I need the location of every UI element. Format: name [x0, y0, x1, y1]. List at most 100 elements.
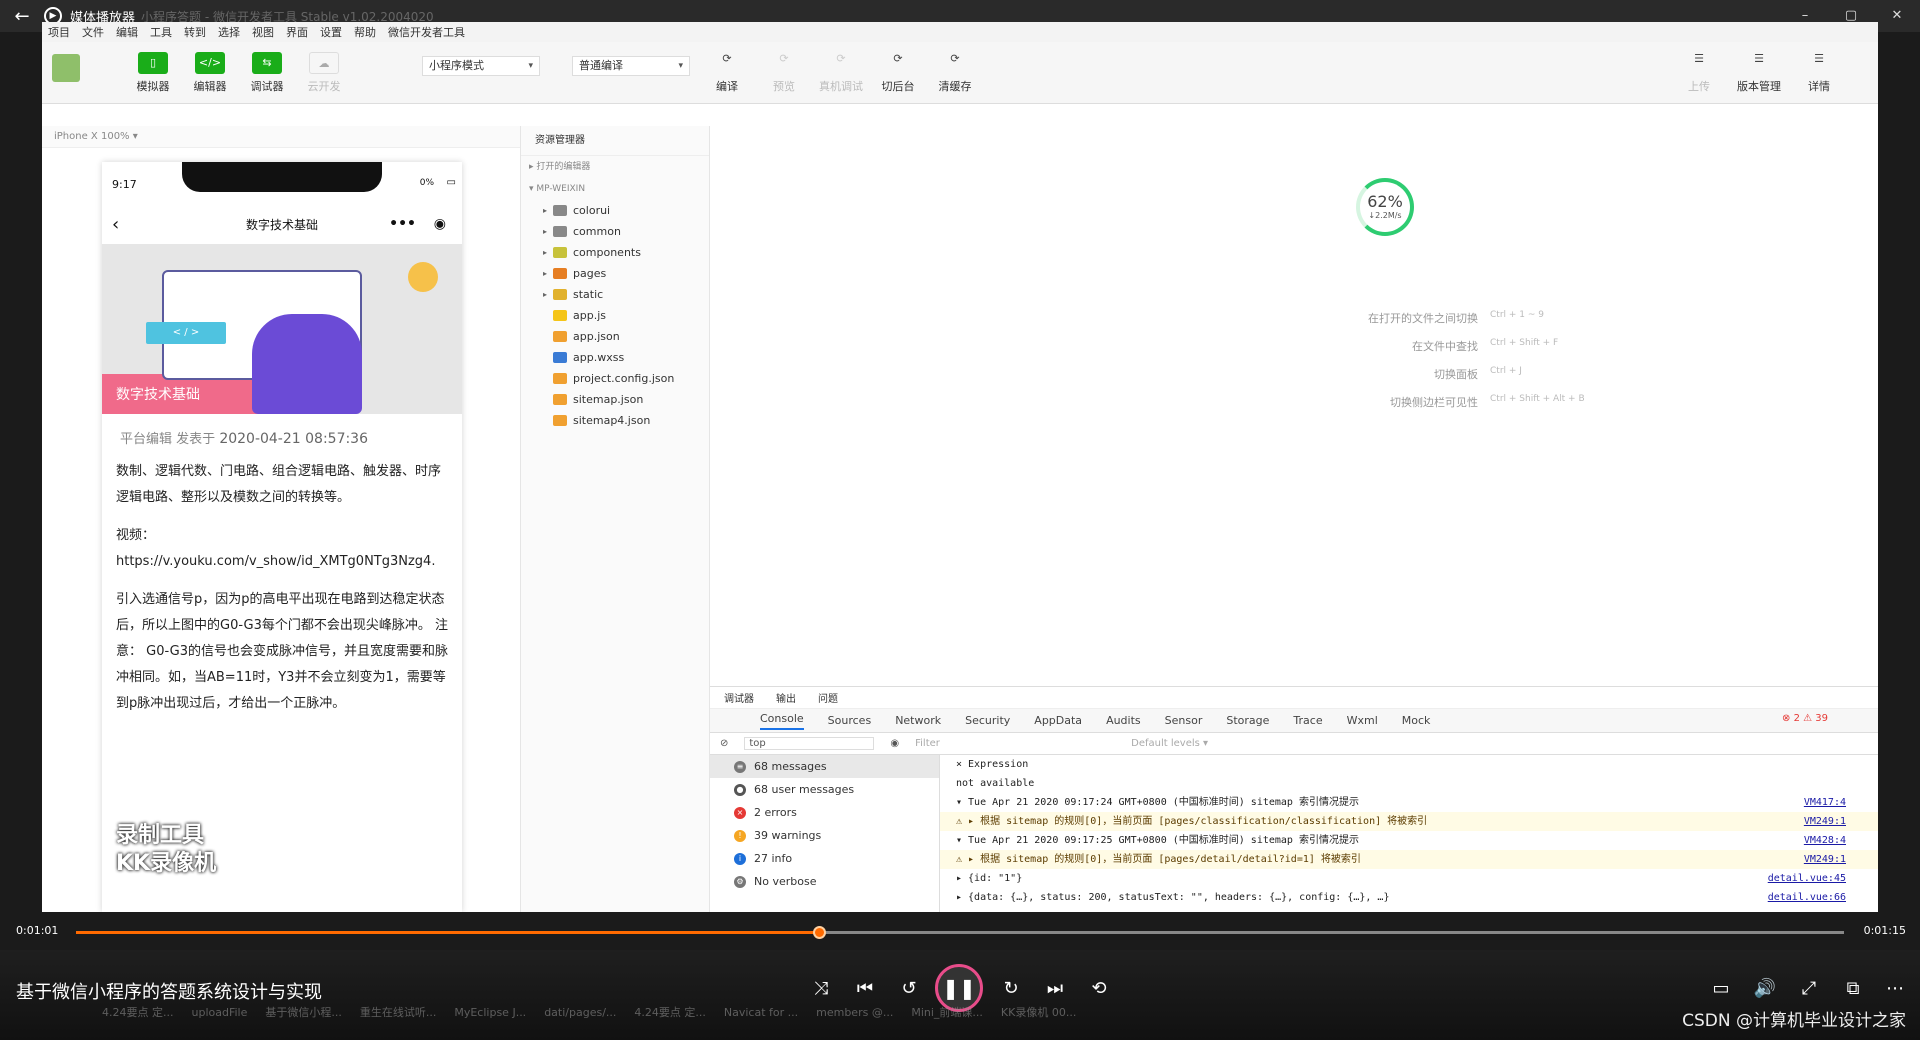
- console-group[interactable]: i 27 info: [710, 847, 939, 870]
- menu-item[interactable]: 项目: [48, 24, 70, 40]
- console-group[interactable]: ≡ 68 messages: [710, 755, 939, 778]
- clear-console-icon[interactable]: ⊘: [720, 738, 728, 749]
- devtools-top-tab[interactable]: 调试器: [724, 690, 754, 705]
- file-tree-item[interactable]: ▸ pages: [521, 263, 709, 284]
- folder-icon: [553, 310, 567, 321]
- menu-item[interactable]: 编辑: [116, 24, 138, 40]
- file-tree-item[interactable]: sitemap4.json: [521, 410, 709, 431]
- published-label: 发表于: [176, 432, 216, 447]
- mode-select[interactable]: 小程序模式: [422, 56, 540, 76]
- source-link[interactable]: VM417:4: [1804, 793, 1846, 812]
- action-button-0[interactable]: ⟳ 编译: [702, 52, 752, 94]
- screen: ← ▶ 媒体播放器 小程序答题 - 微信开发者工具 Stable v1.02.2…: [0, 0, 1920, 1040]
- menu-item[interactable]: 微信开发者工具: [388, 24, 465, 40]
- action-button-2[interactable]: ⟳ 真机调试: [816, 52, 866, 94]
- source-link[interactable]: VM249:1: [1804, 812, 1846, 831]
- devtools-top-tab[interactable]: 问题: [818, 690, 838, 705]
- devtools-tab-storage[interactable]: Storage: [1226, 714, 1269, 727]
- file-tree-item[interactable]: sitemap.json: [521, 389, 709, 410]
- tool-button-3[interactable]: ☁ 云开发: [299, 52, 349, 94]
- action-button-1[interactable]: ⟳ 预览: [759, 52, 809, 94]
- nav-back-icon[interactable]: ‹: [112, 214, 119, 235]
- console-text: not available: [956, 778, 1035, 789]
- source-link[interactable]: VM428:4: [1804, 831, 1846, 850]
- shortcut-keys: Ctrl + 1 ~ 9: [1490, 310, 1544, 320]
- file-tree-item[interactable]: ▸ static: [521, 284, 709, 305]
- filter-input[interactable]: Filter: [915, 738, 1115, 749]
- devtools-tab-console[interactable]: Console: [760, 712, 804, 730]
- menu-item[interactable]: 选择: [218, 24, 240, 40]
- tool-button-1[interactable]: </> 编辑器: [185, 52, 235, 94]
- file-tree-item[interactable]: project.config.json: [521, 368, 709, 389]
- context-select[interactable]: top: [744, 737, 875, 750]
- taskbar-item: Mini_前端课...: [911, 1006, 983, 1019]
- file-tree-item[interactable]: app.js: [521, 305, 709, 326]
- avatar[interactable]: [52, 54, 80, 82]
- devtools-tab-wxml[interactable]: Wxml: [1347, 714, 1378, 727]
- devtools-top-tab[interactable]: 输出: [776, 690, 796, 705]
- eye-icon[interactable]: ◉: [890, 738, 899, 749]
- project-section[interactable]: ▾ MP-WEIXIN: [521, 178, 709, 200]
- ide-menubar: 项目 文件 编辑 工具 转到 选择 视图 界面 设置 帮助 微信开发者工具: [42, 22, 1878, 42]
- tool-label: 云开发: [307, 80, 341, 93]
- more-options-icon[interactable]: ⋯: [1880, 978, 1910, 999]
- menu-item[interactable]: 界面: [286, 24, 308, 40]
- menu-item[interactable]: 文件: [82, 24, 104, 40]
- seek-thumb[interactable]: [812, 926, 826, 939]
- source-link[interactable]: VM249:1: [1804, 850, 1846, 869]
- device-select[interactable]: iPhone X 100% ▾: [42, 126, 520, 148]
- right-action-1[interactable]: ☰ 版本管理: [1734, 52, 1784, 94]
- menu-item[interactable]: 转到: [184, 24, 206, 40]
- seek-fill: [76, 931, 819, 934]
- file-tree-item[interactable]: ▸ colorui: [521, 200, 709, 221]
- file-tree-item[interactable]: ▸ components: [521, 242, 709, 263]
- console-group[interactable]: ⚙ No verbose: [710, 870, 939, 893]
- compile-select[interactable]: 普通编译: [572, 56, 690, 76]
- right-action-label: 详情: [1808, 80, 1830, 93]
- console-group[interactable]: ● 68 user messages: [710, 778, 939, 801]
- article-hero-image: < / > 数字技术基础: [102, 244, 462, 414]
- devtools-tab-sources[interactable]: Sources: [828, 714, 872, 727]
- source-link[interactable]: detail.vue:66: [1768, 888, 1846, 907]
- action-button-3[interactable]: ⟳ 切后台: [873, 52, 923, 94]
- menu-item[interactable]: 视图: [252, 24, 274, 40]
- console-line: ▸ {id: "1"} detail.vue:45: [940, 869, 1878, 888]
- back-arrow-icon[interactable]: ←: [0, 6, 44, 27]
- devtools-tab-sensor[interactable]: Sensor: [1165, 714, 1203, 727]
- action-button-4[interactable]: ⟳ 清缓存: [930, 52, 980, 94]
- file-name: project.config.json: [573, 372, 675, 385]
- error-warning-badge[interactable]: ⊗ 2 ⚠ 39: [1782, 713, 1828, 724]
- tool-button-2[interactable]: ⇆ 调试器: [242, 52, 292, 94]
- console-group-label: 68 user messages: [754, 783, 855, 796]
- seek-bar[interactable]: 0:01:01 0:01:15: [0, 916, 1920, 950]
- right-action-icon: ☰: [1754, 52, 1764, 65]
- tool-button-0[interactable]: ▯ 模拟器: [128, 52, 178, 94]
- source-link[interactable]: detail.vue:45: [1768, 869, 1846, 888]
- devtools-tab-mock[interactable]: Mock: [1402, 714, 1431, 727]
- hero-caption: 数字技术基础: [116, 387, 200, 403]
- taskbar-item: KK录像机 00...: [1000, 1006, 1077, 1019]
- devtools-tab-trace[interactable]: Trace: [1293, 714, 1322, 727]
- devtools-tab-network[interactable]: Network: [895, 714, 941, 727]
- open-editors-section[interactable]: ▸ 打开的编辑器: [521, 156, 709, 178]
- console-group[interactable]: ! 39 warnings: [710, 824, 939, 847]
- file-tree-item[interactable]: ▸ common: [521, 221, 709, 242]
- capsule-close-icon[interactable]: ◉: [434, 216, 446, 232]
- devtools-tab-audits[interactable]: Audits: [1106, 714, 1141, 727]
- menu-item[interactable]: 设置: [320, 24, 342, 40]
- console-group[interactable]: × 2 errors: [710, 801, 939, 824]
- levels-select[interactable]: Default levels ▾: [1131, 738, 1208, 749]
- menu-item[interactable]: 帮助: [354, 24, 376, 40]
- more-icon[interactable]: •••: [389, 216, 416, 232]
- devtools-tab-appdata[interactable]: AppData: [1034, 714, 1082, 727]
- close-icon[interactable]: ✕: [1874, 0, 1920, 32]
- seek-track[interactable]: [76, 926, 1844, 939]
- right-action-2[interactable]: ☰ 详情: [1794, 52, 1844, 94]
- devtools-tab-security[interactable]: Security: [965, 714, 1010, 727]
- menu-item[interactable]: 工具: [150, 24, 172, 40]
- file-tree-item[interactable]: app.json: [521, 326, 709, 347]
- file-tree-item[interactable]: app.wxss: [521, 347, 709, 368]
- console-group-icon: i: [734, 852, 746, 865]
- right-action-0[interactable]: ☰ 上传: [1674, 52, 1724, 94]
- video-url[interactable]: https://v.youku.com/v_show/id_XMTg0NTg3N…: [102, 549, 462, 581]
